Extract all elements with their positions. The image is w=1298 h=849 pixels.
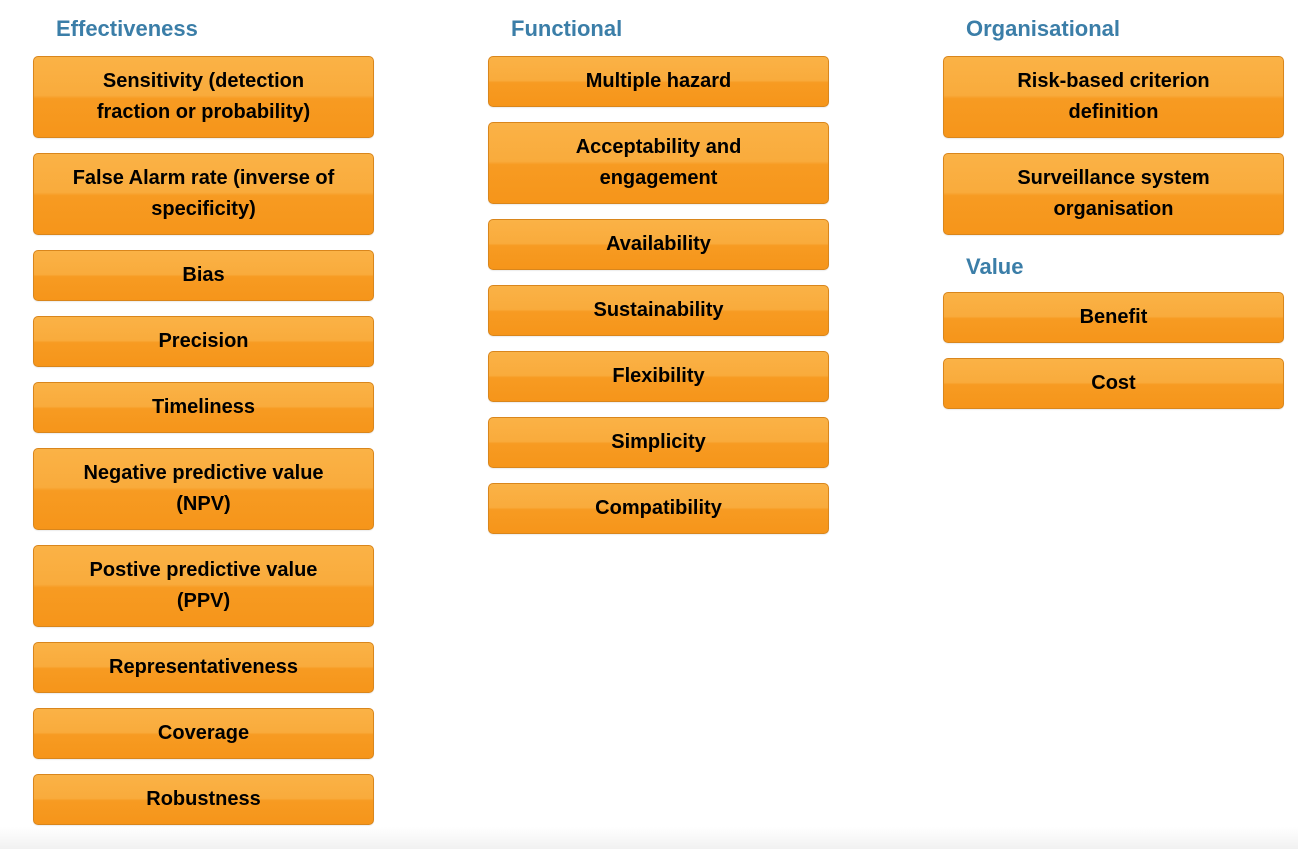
attribute-box-flexibility: Flexibility (488, 351, 829, 402)
attribute-box-false-alarm-rate-inverse-of-specificity: False Alarm rate (inverse of specificity) (33, 153, 374, 235)
attribute-box-negative-predictive-value-npv: Negative predictive value (NPV) (33, 448, 374, 530)
attribute-box-timeliness: Timeliness (33, 382, 374, 433)
attribute-label: Flexibility (612, 365, 705, 387)
attribute-label: Representativeness (109, 656, 298, 678)
attribute-label: Robustness (146, 788, 261, 810)
attribute-label: Availability (606, 233, 711, 255)
attribute-label: fraction or probability) (96, 101, 311, 123)
attribute-label: Multiple hazard (585, 70, 732, 92)
attribute-label: engagement (599, 167, 718, 189)
attribute-label: Sensitivity (detection (102, 70, 305, 92)
attribute-label: False Alarm rate (inverse of (72, 167, 335, 189)
attribute-box-multiple-hazard: Multiple hazard (488, 56, 829, 107)
attribute-box-precision: Precision (33, 316, 374, 367)
category-heading-effectiveness: Effectiveness (56, 16, 198, 41)
column-functional: Functional Multiple hazard Acceptability a… (488, 14, 829, 549)
attribute-label: Negative predictive value (83, 462, 324, 484)
category-heading-value: Value (966, 254, 1024, 279)
attribute-label: (PPV) (176, 590, 231, 612)
column-effectiveness: Effectiveness Sensitivity (detection fract… (33, 14, 374, 840)
attribute-box-simplicity: Simplicity (488, 417, 829, 468)
attribute-label: Benefit (1079, 306, 1148, 328)
attribute-label: Cost (1091, 372, 1136, 394)
attribute-label: Postive predictive value (89, 559, 318, 581)
attribute-label: definition (1068, 101, 1159, 123)
attribute-box-sustainability: Sustainability (488, 285, 829, 336)
attribute-label: Bias (182, 264, 225, 286)
attribute-box-sensitivity-detection-fraction-or-probability: Sensitivity (detection fraction or probab… (33, 56, 374, 138)
attribute-label: Precision (158, 330, 249, 352)
attribute-box-risk-based-criterion-definition: Risk-based criterion definition (943, 56, 1284, 138)
attribute-box-representativeness: Representativeness (33, 642, 374, 693)
category-heading-organisational: Organisational (966, 16, 1121, 41)
attribute-box-surveillance-system-organisation: Surveillance system organisation (943, 153, 1284, 235)
attribute-box-acceptability-and-engagement: Acceptability and engagement (488, 122, 829, 204)
attribute-label: Risk-based criterion (1017, 70, 1210, 92)
attribute-label: Coverage (157, 722, 250, 744)
attribute-box-bias: Bias (33, 250, 374, 301)
attribute-label: Acceptability and (575, 136, 742, 158)
attribute-label: Simplicity (611, 431, 706, 453)
attribute-label: organisation (1053, 198, 1174, 220)
column-organisational: Organisational Risk-based criterion defini… (943, 14, 1284, 424)
attribute-box-coverage: Coverage (33, 708, 374, 759)
category-heading-functional: Functional (511, 16, 623, 41)
attribute-label: Sustainability (593, 299, 724, 321)
attribute-box-availability: Availability (488, 219, 829, 270)
attribute-box-cost: Cost (943, 358, 1284, 409)
attribute-box-robustness: Robustness (33, 774, 374, 825)
attribute-label: specificity) (151, 198, 256, 220)
attribute-label: Timeliness (151, 396, 256, 418)
attribute-box-benefit: Benefit (943, 292, 1284, 343)
attribute-box-postive-predictive-value-ppv: Postive predictive value (PPV) (33, 545, 374, 627)
attribute-label: Surveillance system (1017, 167, 1210, 189)
attribute-label: Compatibility (595, 497, 722, 519)
attribute-box-compatibility: Compatibility (488, 483, 829, 534)
attribute-label: (NPV) (176, 493, 231, 515)
